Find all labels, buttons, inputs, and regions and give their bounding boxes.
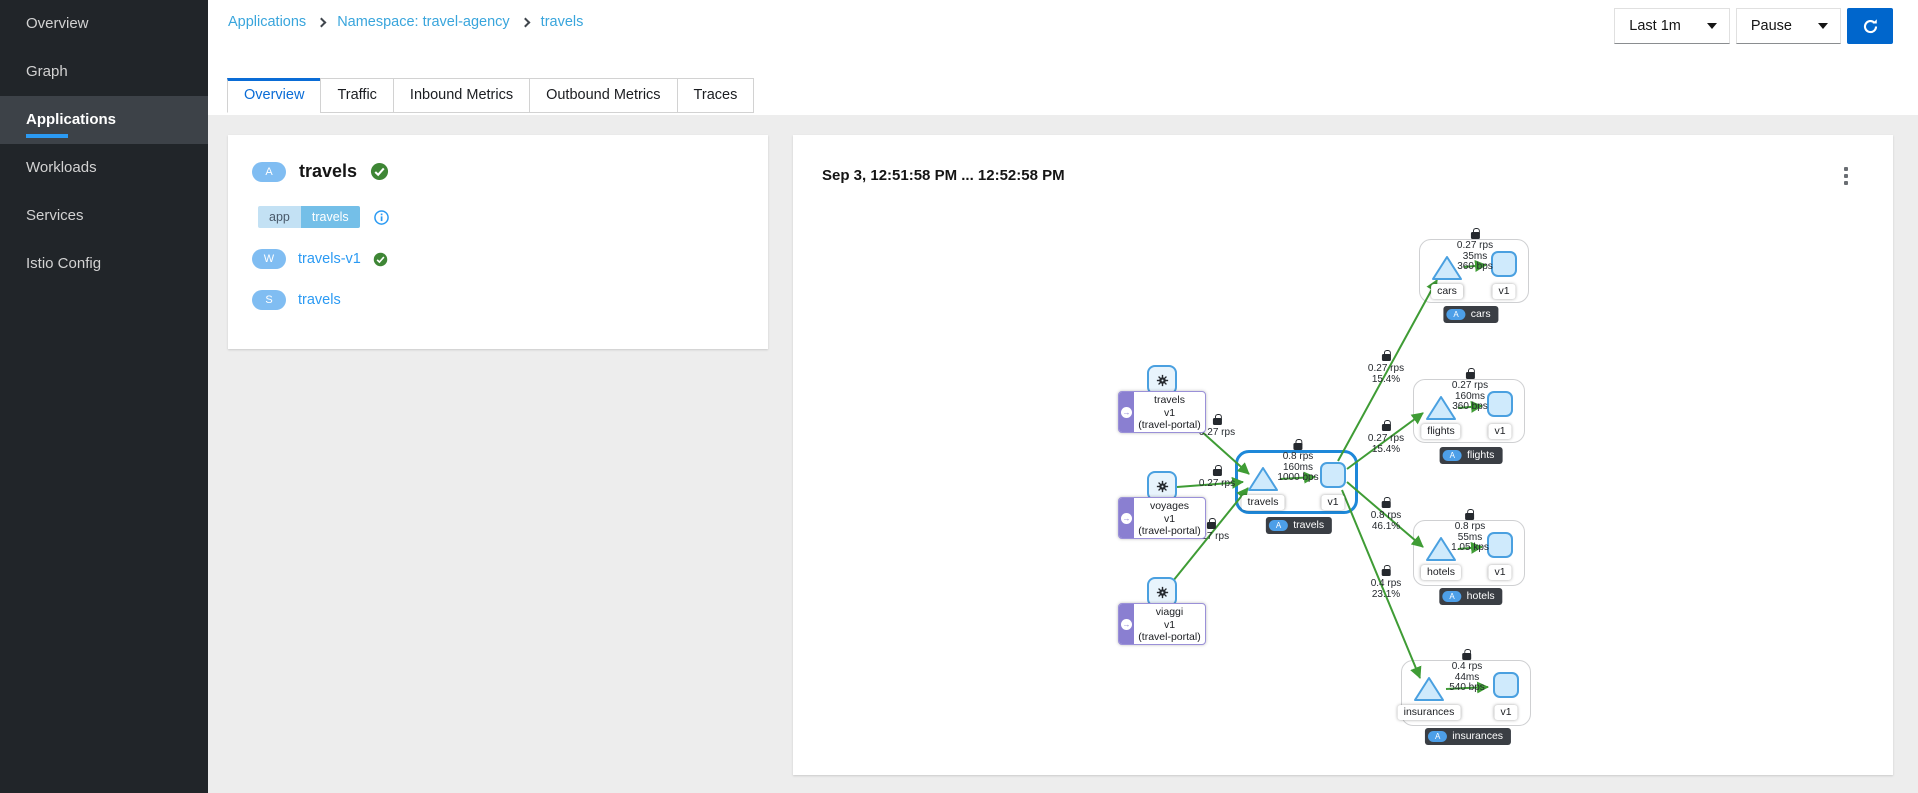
edge-label: 0.4 rps23.1% — [1371, 569, 1402, 600]
mtls-lock-icon — [1466, 513, 1475, 520]
node-label: v1 — [1321, 495, 1344, 510]
edge-label: 0.27 rps15.4% — [1368, 424, 1404, 455]
mtls-lock-icon — [1381, 569, 1390, 576]
group-chip-insurances[interactable]: Ainsurances — [1425, 728, 1511, 745]
mtls-lock-icon — [1381, 354, 1390, 361]
chevron-right-icon — [520, 17, 530, 27]
traffic-source-icon: → — [1121, 407, 1132, 418]
node-label: hotels — [1421, 565, 1461, 580]
tab-traces[interactable]: Traces — [677, 78, 755, 113]
chevron-right-icon — [317, 17, 327, 27]
mesh-workload-icon — [1155, 373, 1170, 388]
workload-node-insurances-v1[interactable] — [1493, 672, 1519, 698]
app-node-travels[interactable] — [1247, 466, 1279, 492]
workload-link[interactable]: travels-v1 — [298, 251, 361, 267]
mtls-lock-icon — [1294, 443, 1303, 450]
sidebar-item-graph[interactable]: Graph — [0, 48, 208, 96]
mtls-lock-icon — [1381, 424, 1390, 431]
detail-tabs: Overview Traffic Inbound Metrics Outboun… — [228, 78, 754, 113]
refresh-button[interactable] — [1847, 8, 1893, 44]
sidebar: Overview Graph Applications Workloads Se… — [0, 0, 208, 793]
edge-label: 0.27 rps — [1199, 469, 1235, 489]
group-chip-flights[interactable]: Aflights — [1440, 447, 1503, 464]
breadcrumb-link-applications[interactable]: Applications — [228, 14, 306, 30]
edge-label: 0.27 rps15.4% — [1368, 354, 1404, 385]
sidebar-item-workloads[interactable]: Workloads — [0, 144, 208, 192]
app-node-insurances[interactable] — [1413, 676, 1445, 702]
node-label: travels — [1242, 495, 1285, 510]
node-label: v1 — [1492, 284, 1515, 299]
info-icon[interactable] — [374, 210, 389, 225]
tab-inbound-metrics[interactable]: Inbound Metrics — [393, 78, 530, 113]
node-label-voyages[interactable]: → voyagesv1(travel-portal) — [1118, 497, 1206, 539]
group-chip-cars[interactable]: Acars — [1443, 306, 1498, 323]
edge-metrics: 0.4 rps44ms540 bps — [1449, 653, 1485, 694]
tab-overview[interactable]: Overview — [227, 78, 321, 113]
mtls-lock-icon — [1463, 653, 1472, 660]
mtls-lock-icon — [1212, 469, 1221, 476]
node-label: cars — [1431, 284, 1463, 299]
graph-overview-card: Sep 3, 12:51:58 PM ... 12:52:58 PM — [793, 135, 1893, 775]
mtls-lock-icon — [1381, 501, 1390, 508]
tab-outbound-metrics[interactable]: Outbound Metrics — [529, 78, 677, 113]
external-namespace-band: → — [1119, 604, 1134, 644]
node-label: insurances — [1398, 705, 1461, 720]
app-title: travels — [299, 161, 357, 182]
breadcrumb-link-travels[interactable]: travels — [541, 14, 584, 30]
traffic-source-icon: → — [1121, 619, 1132, 630]
app-badge: A — [252, 162, 286, 182]
edge-label: 0.8 rps46.1% — [1371, 501, 1402, 532]
kiali-page: Overview Graph Applications Workloads Se… — [0, 0, 1918, 793]
node-label: v1 — [1488, 424, 1511, 439]
edge-metrics: 0.27 rps35ms360 bps — [1457, 232, 1493, 273]
mesh-graph-canvas[interactable]: → travelsv1(travel-portal) 0.27 rps → vo… — [793, 135, 1893, 775]
mesh-workload-icon — [1155, 585, 1170, 600]
workload-node-cars-v1[interactable] — [1491, 251, 1517, 277]
external-namespace-band: → — [1119, 392, 1134, 432]
sync-icon — [1862, 18, 1879, 35]
mtls-lock-icon — [1470, 232, 1479, 239]
mtls-lock-icon — [1465, 372, 1474, 379]
page-header: Applications Namespace: travel-agency tr… — [208, 0, 1918, 115]
external-namespace-band: → — [1119, 498, 1134, 538]
service-badge: S — [252, 290, 286, 310]
workload-badge: W — [252, 249, 286, 269]
health-check-icon — [373, 252, 388, 267]
edge-metrics: 0.8 rps55ms1.05 kps — [1451, 513, 1489, 554]
node-label: flights — [1421, 424, 1460, 439]
node-label: v1 — [1494, 705, 1517, 720]
mtls-lock-icon — [1206, 522, 1215, 529]
tab-traffic[interactable]: Traffic — [320, 78, 393, 113]
workload-node-travels-v1[interactable] — [1320, 462, 1346, 488]
chevron-down-icon — [1818, 23, 1828, 29]
chevron-down-icon — [1707, 23, 1717, 29]
workload-node-hotels-v1[interactable] — [1487, 532, 1513, 558]
content-area: A travels apptravels W travels-v1 S trav… — [208, 115, 1918, 793]
edge-metrics: 0.27 rps160ms360 bps — [1452, 372, 1488, 413]
workload-node-flights-v1[interactable] — [1487, 391, 1513, 417]
edge-metrics: 0.8 rps160ms1000 bps — [1277, 443, 1318, 484]
breadcrumb-link-namespace[interactable]: Namespace: travel-agency — [337, 14, 509, 30]
sidebar-item-overview[interactable]: Overview — [0, 0, 208, 48]
sidebar-item-istio-config[interactable]: Istio Config — [0, 240, 208, 288]
health-check-icon — [370, 162, 389, 181]
traffic-source-icon: → — [1121, 513, 1132, 524]
sidebar-item-applications[interactable]: Applications — [0, 96, 208, 144]
service-link[interactable]: travels — [298, 292, 341, 308]
app-summary-card: A travels apptravels W travels-v1 S trav… — [228, 135, 768, 349]
sidebar-item-services[interactable]: Services — [0, 192, 208, 240]
time-toolbar: Last 1m Pause — [1608, 8, 1893, 44]
breadcrumb: Applications Namespace: travel-agency tr… — [228, 14, 583, 30]
node-label-travels-portal[interactable]: → travelsv1(travel-portal) — [1118, 391, 1206, 433]
mtls-lock-icon — [1212, 418, 1221, 425]
label-chip-app[interactable]: apptravels — [258, 206, 360, 228]
refresh-interval-dropdown[interactable]: Pause — [1736, 8, 1841, 44]
duration-dropdown[interactable]: Last 1m — [1614, 8, 1730, 44]
active-nav-underline — [26, 134, 68, 138]
group-chip-hotels[interactable]: Ahotels — [1439, 588, 1502, 605]
group-chip-travels[interactable]: Atravels — [1266, 517, 1332, 534]
mesh-workload-icon — [1155, 479, 1170, 494]
node-label-viaggi[interactable]: → viaggiv1(travel-portal) — [1118, 603, 1206, 645]
node-label: v1 — [1488, 565, 1511, 580]
